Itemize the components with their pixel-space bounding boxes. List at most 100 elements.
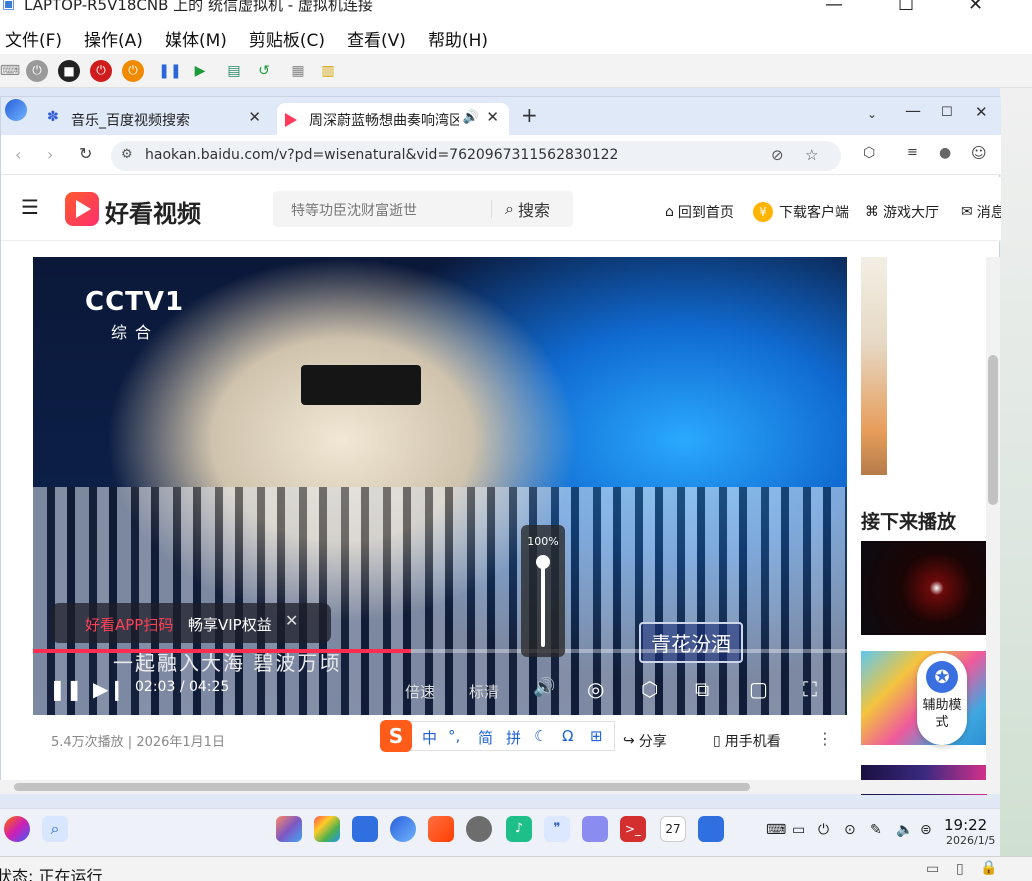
back-icon[interactable]: ‹: [15, 145, 21, 164]
close-icon[interactable]: ✕: [968, 0, 983, 15]
mail-app-icon[interactable]: [582, 816, 608, 842]
menu-help[interactable]: 帮助(H): [428, 26, 488, 51]
volume-icon[interactable]: 🔊: [533, 677, 555, 698]
next-icon[interactable]: ▶❙: [93, 677, 125, 701]
taskbar-time[interactable]: 19:22: [944, 816, 987, 834]
start-icon[interactable]: ⏻: [26, 59, 48, 82]
menu-view[interactable]: 查看(V): [347, 26, 406, 51]
hamburger-menu-icon[interactable]: ☰: [21, 195, 39, 219]
media-control-icon[interactable]: ≡: [907, 145, 918, 160]
vip-promo-banner[interactable]: 好看APP扫码 畅享VIP权益 ✕: [51, 603, 331, 643]
pause-icon[interactable]: ❚❚: [49, 677, 83, 701]
chat-icon[interactable]: ❞: [544, 816, 570, 842]
search-icon[interactable]: ⌕: [42, 816, 68, 842]
pen-icon[interactable]: ✎: [870, 822, 882, 838]
minimize-icon[interactable]: —: [825, 0, 843, 15]
search-button[interactable]: ⌕ 搜索: [505, 197, 550, 221]
terminal-icon[interactable]: >_: [620, 816, 646, 842]
share-button[interactable]: ↪ 分享: [623, 731, 667, 751]
tab-haokan-video[interactable]: 周深蔚蓝畅想曲奏响湾区 🔊 ✕: [277, 103, 509, 135]
tab-baidu-search[interactable]: ✽ 音乐_百度视频搜索 ✕: [39, 103, 271, 135]
menu-icon[interactable]: ☺: [971, 144, 987, 162]
site-info-icon[interactable]: ⚙: [121, 147, 133, 162]
volume-slider[interactable]: [541, 561, 545, 647]
extensions-icon[interactable]: ⬡: [863, 145, 875, 161]
nav-messages[interactable]: ✉ 消息: [961, 202, 1001, 222]
app-store-icon[interactable]: [428, 816, 454, 842]
nav-download-client[interactable]: ¥ 下载客户端: [753, 202, 849, 222]
menu-media[interactable]: 媒体(M): [165, 26, 227, 51]
speed-button[interactable]: 倍速: [405, 681, 435, 702]
checkpoint-icon[interactable]: ▤: [224, 61, 244, 81]
pip-icon[interactable]: ⧉: [695, 677, 709, 701]
pause-icon[interactable]: ❚❚: [158, 61, 181, 81]
power-icon[interactable]: ⏻: [818, 822, 829, 838]
music-icon[interactable]: ♪: [506, 816, 532, 842]
site-search-input[interactable]: 特等功臣沈财富逝世 ⌕ 搜索: [273, 191, 573, 227]
forward-icon[interactable]: ›: [47, 145, 53, 164]
web-fullscreen-icon[interactable]: ▢: [749, 677, 768, 701]
app-launcher-icon[interactable]: [276, 816, 302, 842]
resume-icon[interactable]: ▶: [190, 61, 210, 81]
notification-toggle-icon[interactable]: ⊜: [920, 822, 932, 838]
horizontal-scrollbar-thumb[interactable]: [14, 783, 750, 791]
new-tab-button[interactable]: +: [521, 103, 538, 127]
browser-taskbar-icon[interactable]: [390, 816, 416, 842]
site-logo-text[interactable]: 好看视频: [105, 194, 201, 229]
share-icon[interactable]: ▥: [318, 61, 338, 81]
vertical-scrollbar[interactable]: [986, 257, 1000, 781]
calendar-icon[interactable]: 27: [660, 816, 686, 842]
promo-close-icon[interactable]: ✕: [285, 611, 298, 630]
tab-close-icon[interactable]: ✕: [486, 108, 499, 126]
file-manager-icon[interactable]: [352, 816, 378, 842]
close-window-icon[interactable]: ✕: [975, 103, 988, 121]
haokan-logo-icon[interactable]: [65, 192, 99, 226]
reload-icon[interactable]: ↻: [79, 144, 92, 163]
ad-banner[interactable]: [861, 257, 887, 475]
ctrl-alt-del-icon[interactable]: ⌨: [0, 61, 20, 81]
reset-icon[interactable]: ⏻: [122, 59, 144, 82]
assist-mode-button[interactable]: ✪ 辅助模式: [917, 653, 967, 745]
screenshot-icon[interactable]: ◎: [587, 677, 604, 701]
bookmark-star-icon[interactable]: ☆: [805, 146, 818, 164]
tab-list-icon[interactable]: ⌄: [867, 107, 877, 121]
sogou-ime-logo[interactable]: S: [380, 720, 412, 752]
tab-close-icon[interactable]: ✕: [248, 108, 261, 126]
keyboard-icon[interactable]: ⌨: [766, 822, 786, 838]
menu-file[interactable]: 文件(F): [5, 26, 62, 51]
speaker-icon[interactable]: 🔊: [463, 110, 479, 125]
volume-tray-icon[interactable]: 🔈: [896, 822, 913, 838]
calculator-icon[interactable]: [698, 816, 724, 842]
battery-icon[interactable]: ▭: [792, 822, 805, 838]
taskbar-date[interactable]: 2026/1/5: [946, 834, 995, 847]
profile-icon[interactable]: ●: [939, 145, 951, 161]
ime-chinese-mode[interactable]: 中: [422, 727, 437, 748]
ime-toolbox-icon[interactable]: ⊞: [590, 727, 603, 745]
multitask-icon[interactable]: [314, 816, 340, 842]
maximize-icon[interactable]: ☐: [898, 0, 914, 15]
turn-off-icon[interactable]: ■: [58, 59, 80, 82]
minimize-window-icon[interactable]: —: [905, 101, 921, 120]
ime-pinyin[interactable]: 拼: [506, 727, 521, 748]
settings-gear-icon[interactable]: [466, 816, 492, 842]
ime-simplified[interactable]: 简: [478, 727, 493, 748]
nav-home[interactable]: ⌂ 回到首页: [665, 202, 734, 222]
video-player[interactable]: CCTV1 综合 一起融入大海 碧波万顷 青花汾酒 好看APP扫码 畅享VIP权…: [33, 257, 847, 715]
nav-game-hall[interactable]: ⌘ 游戏大厅: [865, 202, 939, 222]
enhanced-session-icon[interactable]: ▦: [288, 61, 308, 81]
menu-clipboard[interactable]: 剪贴板(C): [249, 26, 325, 51]
fullscreen-icon[interactable]: ⛶: [803, 677, 817, 701]
ime-symbols-icon[interactable]: Ω: [562, 727, 573, 745]
media-icon[interactable]: ⊙: [844, 822, 856, 838]
vertical-scrollbar-thumb[interactable]: [988, 355, 998, 505]
settings-icon[interactable]: ⬡: [641, 677, 658, 701]
shutdown-icon[interactable]: ⏻: [90, 59, 112, 82]
more-options-button[interactable]: ⋮: [817, 729, 833, 748]
maximize-window-icon[interactable]: ☐: [941, 105, 953, 120]
hide-icon[interactable]: ⊘: [771, 146, 784, 164]
volume-knob[interactable]: [536, 555, 550, 569]
ime-punctuation[interactable]: °,: [448, 727, 460, 745]
ime-skin-icon[interactable]: ☾: [534, 727, 547, 745]
address-bar[interactable]: ⚙ haokan.baidu.com/v?pd=wisenatural&vid=…: [111, 141, 841, 171]
launcher-icon[interactable]: [4, 816, 30, 842]
